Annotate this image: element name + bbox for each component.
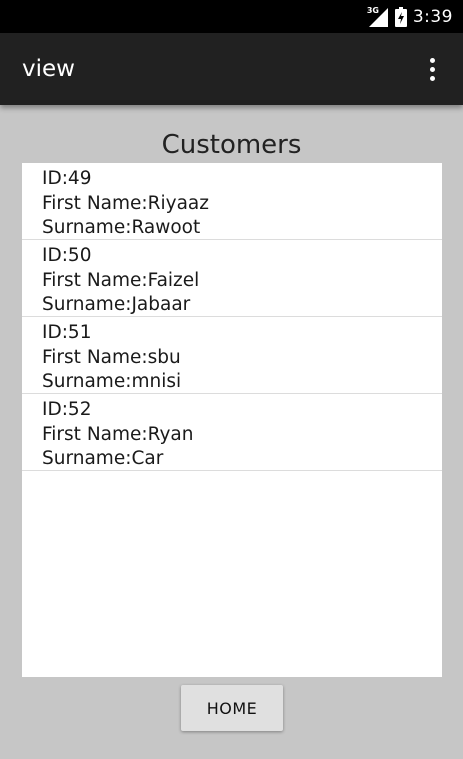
network-type-label: 3G [366, 5, 379, 15]
list-item[interactable]: ID:52 First Name:Ryan Surname:Car [22, 394, 442, 471]
status-bar: 3G 3:39 [0, 0, 463, 33]
more-vert-icon[interactable] [419, 55, 445, 83]
customer-first-name: First Name:sbu [42, 346, 181, 368]
customer-surname: Surname:Rawoot [42, 217, 201, 238]
overflow-dot [429, 57, 435, 63]
customer-first-name: First Name:Ryan [42, 423, 194, 445]
home-button[interactable]: HOME [181, 685, 283, 731]
customer-id: ID:50 [42, 245, 92, 266]
customer-surname: Surname:Car [42, 448, 164, 469]
page-heading: Customers [161, 130, 302, 160]
customer-first-name: First Name:Riyaaz [42, 192, 209, 214]
overflow-dot [429, 75, 435, 81]
action-bar: view [0, 33, 463, 105]
list-item[interactable]: ID:51 First Name:sbu Surname:mnisi [22, 317, 442, 394]
signal-indicator: 3G [367, 6, 389, 28]
customer-id: ID:51 [42, 322, 92, 343]
customer-list[interactable]: ID:49 First Name:Riyaaz Surname:Rawoot I… [22, 163, 442, 677]
battery-charging-icon [394, 6, 407, 27]
app-title: view [22, 56, 75, 82]
list-item[interactable]: ID:49 First Name:Riyaaz Surname:Rawoot [22, 163, 442, 240]
status-clock: 3:39 [412, 6, 453, 27]
customer-id: ID:49 [42, 168, 92, 189]
overflow-dot [429, 66, 435, 72]
status-icons: 3G 3:39 [367, 0, 453, 33]
customer-surname: Surname:Jabaar [42, 294, 191, 315]
customer-surname: Surname:mnisi [42, 371, 182, 392]
list-item[interactable]: ID:50 First Name:Faizel Surname:Jabaar [22, 240, 442, 317]
customer-first-name: First Name:Faizel [42, 269, 200, 291]
customer-id: ID:52 [42, 399, 92, 420]
